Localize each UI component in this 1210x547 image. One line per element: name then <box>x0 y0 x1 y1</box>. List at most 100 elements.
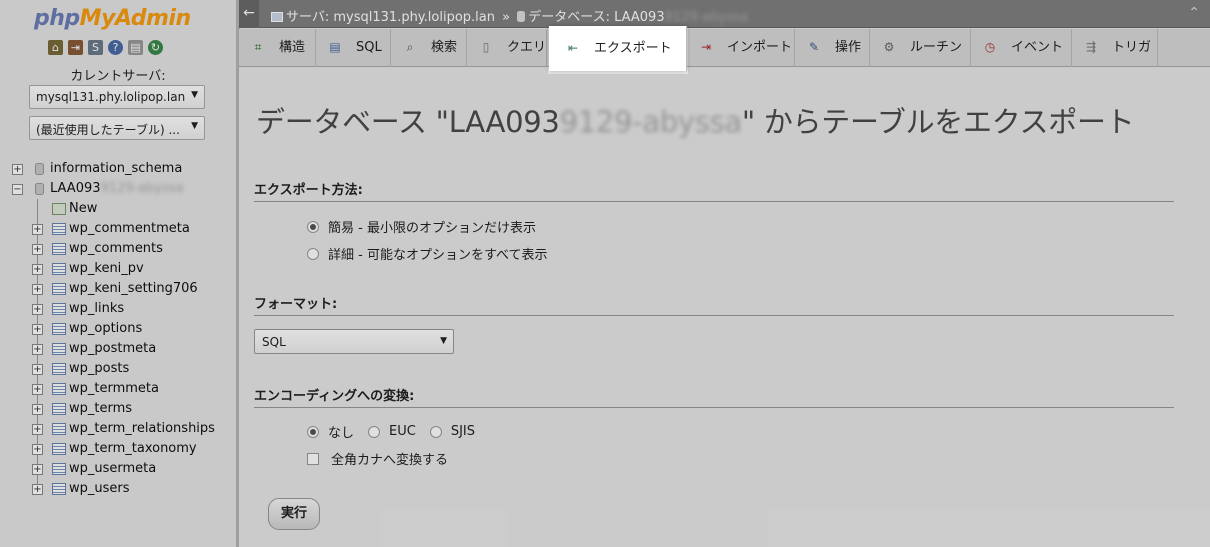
table-icon <box>52 443 66 455</box>
breadcrumb: サーバ: mysql131.phy.lolipop.lan » データベース: … <box>271 6 748 25</box>
structure-icon: ⌗ <box>254 40 262 54</box>
table-icon <box>52 223 66 235</box>
breadcrumb-server[interactable]: サーバ: mysql131.phy.lolipop.lan <box>286 10 495 25</box>
exit-icon[interactable]: ⇥ <box>68 40 83 55</box>
tree-table-item[interactable]: + wp_comments <box>10 239 236 259</box>
collapse-icon[interactable]: − <box>12 184 23 195</box>
tab-events[interactable]: ◷ イベント <box>971 29 1072 67</box>
server-select[interactable]: mysql131.phy.lolipop.lan ▼ <box>29 85 205 109</box>
tab-search[interactable]: ⌕ 検索 <box>391 29 467 67</box>
expand-icon[interactable]: + <box>32 304 43 315</box>
expand-icon[interactable]: + <box>32 424 43 435</box>
reload-icon[interactable]: ↻ <box>148 40 163 55</box>
tab-sql[interactable]: ▤ SQL <box>316 29 391 67</box>
search-icon: ⌕ <box>406 40 414 54</box>
import-icon: ⇥ <box>700 40 712 54</box>
expand-icon[interactable]: + <box>32 224 43 235</box>
tree-table-item[interactable]: + wp_posts <box>10 359 236 379</box>
expand-icon[interactable]: + <box>32 344 43 355</box>
routines-icon: ⚙ <box>883 40 895 54</box>
tree-db-current[interactable]: − LAA0939129-abyssa <box>10 179 236 199</box>
table-icon <box>52 323 66 335</box>
tree-table-item[interactable]: + wp_terms <box>10 399 236 419</box>
tree-table-item[interactable]: + wp_termmeta <box>10 379 236 399</box>
tab-query[interactable]: ▯ クエリ <box>467 29 547 67</box>
expand-icon[interactable]: + <box>32 384 43 395</box>
table-icon <box>52 463 66 475</box>
tree-table-item[interactable]: + wp_options <box>10 319 236 339</box>
encoding-sjis-label[interactable]: SJIS <box>451 424 475 439</box>
expand-icon[interactable]: + <box>32 444 43 455</box>
kana-checkbox[interactable] <box>307 452 319 465</box>
expand-icon[interactable]: + <box>32 264 43 275</box>
go-button[interactable]: 実行 <box>268 498 320 530</box>
expand-icon[interactable]: + <box>32 284 43 295</box>
expand-icon[interactable]: + <box>32 464 43 475</box>
home-icon[interactable]: ⌂ <box>48 40 63 55</box>
radio-button[interactable] <box>307 425 319 438</box>
tree-table-item[interactable]: + wp_commentmeta <box>10 219 236 239</box>
database-tree: + information_schema − LAA0939129-abyssa… <box>10 159 236 499</box>
expand-icon[interactable]: + <box>32 244 43 255</box>
tab-operations[interactable]: ✎ 操作 <box>795 29 870 67</box>
tree-table-item[interactable]: + wp_keni_setting706 <box>10 279 236 299</box>
table-icon <box>52 263 66 275</box>
sql-query-icon[interactable]: S <box>88 40 103 55</box>
table-icon <box>52 383 66 395</box>
tab-structure[interactable]: ⌗ 構造 <box>239 29 316 67</box>
database-icon <box>517 11 526 22</box>
tree-table-item[interactable]: + wp_term_relationships <box>10 419 236 439</box>
chevron-down-icon: ▼ <box>440 336 447 346</box>
query-icon: ▯ <box>482 40 490 54</box>
tree-table-item[interactable]: + wp_users <box>10 479 236 499</box>
expand-icon[interactable]: + <box>32 404 43 415</box>
tree-table-item[interactable]: + wp_links <box>10 299 236 319</box>
back-arrow-icon[interactable]: ← <box>239 0 259 28</box>
encoding-options: なし EUC SJIS <box>307 422 475 441</box>
tree-table-item[interactable]: + wp_keni_pv <box>10 259 236 279</box>
expand-icon[interactable]: + <box>32 364 43 375</box>
chevron-down-icon: ▼ <box>191 90 198 100</box>
encoding-heading: エンコーディングへの変換: <box>254 385 1174 408</box>
sql-icon: ▤ <box>329 40 341 54</box>
export-method-custom[interactable]: 詳細 - 可能なオプションをすべて表示 <box>307 244 548 263</box>
table-icon <box>52 303 66 315</box>
tree-db-information-schema[interactable]: + information_schema <box>10 159 236 179</box>
tree-table-item[interactable]: + wp_postmeta <box>10 339 236 359</box>
table-icon <box>52 363 66 375</box>
radio-button[interactable] <box>429 425 442 438</box>
table-icon <box>52 403 66 415</box>
radio-button[interactable] <box>368 425 381 438</box>
export-method-quick[interactable]: 簡易 - 最小限のオプションだけ表示 <box>307 217 536 236</box>
tree-table-item[interactable]: + wp_usermeta <box>10 459 236 479</box>
tree-new-table[interactable]: New <box>10 199 236 219</box>
radio-button[interactable] <box>307 220 319 233</box>
radio-button[interactable] <box>307 247 319 260</box>
expand-icon[interactable]: + <box>32 484 43 495</box>
format-select[interactable]: SQL ▼ <box>254 329 454 354</box>
table-icon <box>52 343 66 355</box>
expand-icon[interactable]: + <box>32 324 43 335</box>
collapse-icon[interactable]: ⌃ <box>1188 5 1200 21</box>
tree-table-item[interactable]: + wp_term_taxonomy <box>10 439 236 459</box>
recent-tables-select[interactable]: (最近使用したテーブル) ... ▼ <box>29 116 205 140</box>
kana-convert-option[interactable]: 全角カナへ変換する <box>307 449 448 468</box>
encoding-euc-label[interactable]: EUC <box>389 424 416 439</box>
database-icon <box>35 183 44 195</box>
breadcrumb-bar: ← サーバ: mysql131.phy.lolipop.lan » データベース… <box>239 0 1210 28</box>
encoding-none-label[interactable]: なし <box>328 422 354 441</box>
help-icon[interactable]: ? <box>108 40 123 55</box>
phpmyadmin-logo[interactable]: phpMyAdmin <box>34 6 191 31</box>
export-page: データベース "LAA0939129-abyssa" からテーブルをエクスポート… <box>239 67 1210 547</box>
navigation-icon-bar: ⌂ ⇥ S ? ▤ ↻ <box>48 40 163 55</box>
events-icon: ◷ <box>984 40 996 54</box>
tab-export[interactable]: ⇤ エクスポート <box>549 26 687 71</box>
chevron-down-icon: ▼ <box>191 121 198 131</box>
tab-routines[interactable]: ⚙ ルーチン <box>870 29 971 67</box>
tab-import[interactable]: ⇥ インポート <box>687 29 795 67</box>
tab-triggers[interactable]: ⇶ トリガ <box>1072 29 1158 67</box>
table-icon <box>52 423 66 435</box>
docs-icon[interactable]: ▤ <box>128 40 143 55</box>
breadcrumb-database[interactable]: データベース: LAA093 <box>528 10 664 25</box>
expand-icon[interactable]: + <box>12 164 23 175</box>
